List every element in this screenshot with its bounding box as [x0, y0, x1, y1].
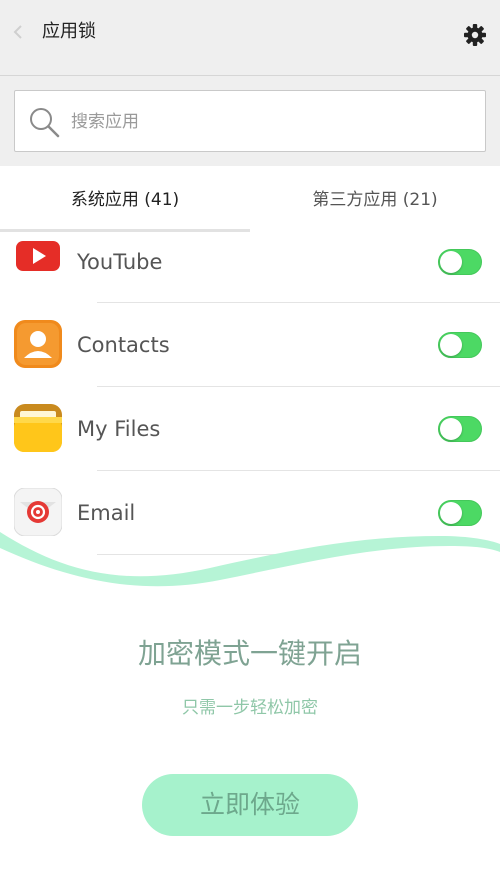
promo-title: 加密模式一键开启 — [137, 637, 362, 670]
search-input[interactable] — [71, 109, 461, 135]
promo-subtitle: 只需一步轻松加密 — [182, 698, 318, 718]
tab-active-indicator — [0, 229, 250, 232]
app-row-my-files[interactable]: My Files — [0, 387, 500, 470]
app-row-contacts[interactable]: Contacts — [0, 303, 500, 386]
header-bar: 应用锁 — [0, 0, 500, 76]
tab-system-apps[interactable]: 系统应用 (41) — [0, 166, 250, 234]
app-name: YouTube — [77, 250, 163, 274]
toggle-knob — [440, 334, 462, 356]
lock-toggle[interactable] — [438, 332, 482, 358]
app-name: Contacts — [77, 333, 170, 357]
tab-third-party-apps[interactable]: 第三方应用 (21) — [250, 166, 500, 234]
lock-toggle[interactable] — [438, 249, 482, 275]
page-title: 应用锁 — [42, 21, 96, 42]
search-box[interactable] — [14, 90, 486, 152]
try-now-button[interactable]: 立即体验 — [142, 774, 358, 836]
back-arrow-icon[interactable] — [10, 22, 26, 42]
search-area — [0, 76, 500, 166]
tab-bar: 系统应用 (41) 第三方应用 (21) — [0, 166, 500, 234]
youtube-icon — [16, 241, 60, 271]
app-name: My Files — [77, 417, 161, 441]
toggle-knob — [440, 418, 462, 440]
gear-icon[interactable] — [462, 22, 488, 48]
search-icon — [30, 108, 60, 138]
folder-icon — [14, 404, 62, 452]
lock-toggle[interactable] — [438, 416, 482, 442]
toggle-knob — [440, 251, 462, 273]
contacts-icon — [14, 320, 62, 368]
